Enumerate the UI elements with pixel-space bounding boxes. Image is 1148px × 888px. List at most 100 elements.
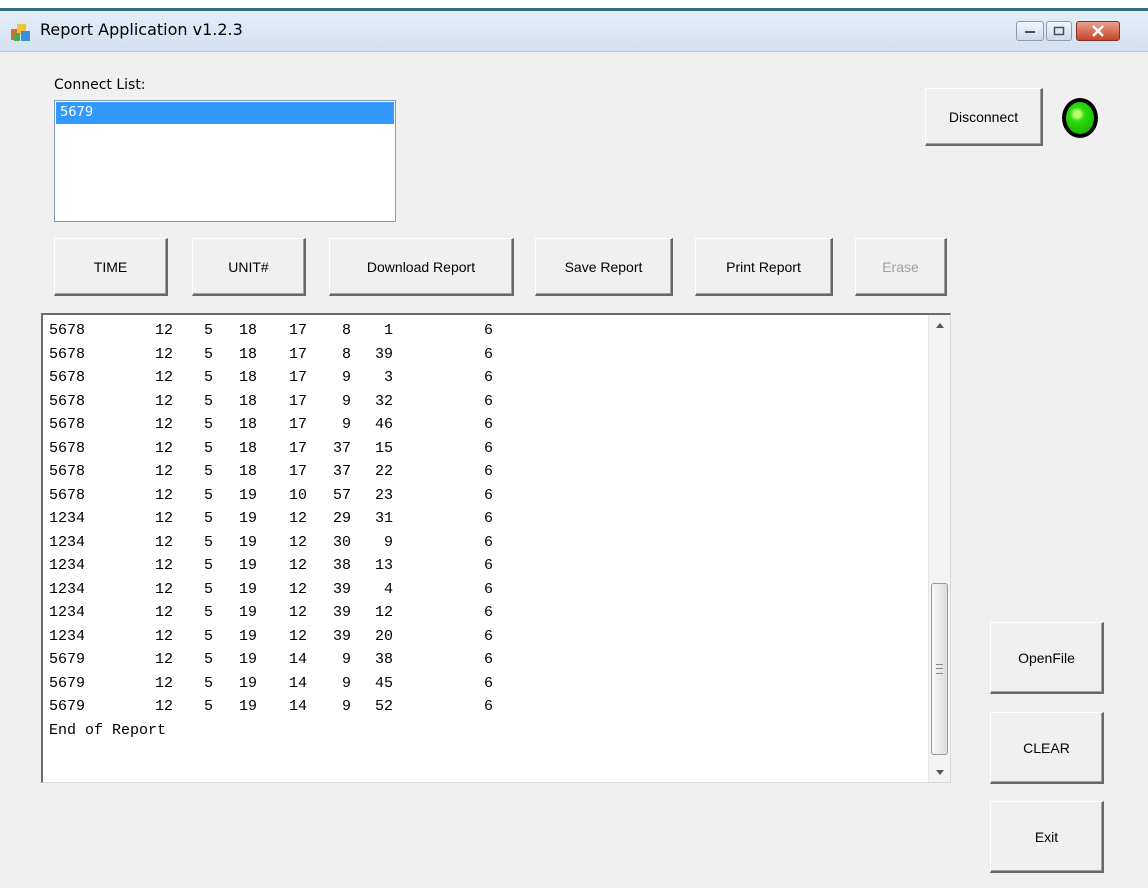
report-cell: 12 [288,510,307,528]
report-cell: 1234 [49,580,86,598]
report-row: 5678 12 5 18 17 9 32 6 [49,390,493,414]
report-cell: 5678 [49,392,86,410]
report-cell: 19 [238,698,257,716]
report-cell: 18 [238,345,257,363]
report-cell: 12 [154,439,173,457]
report-row: 5678 12 5 18 17 8 1 6 [49,319,493,343]
report-cell: 6 [483,698,493,716]
connection-status-indicator [1062,98,1098,138]
clear-button[interactable]: CLEAR [990,712,1104,784]
connect-list-item-selected[interactable]: 5679 [56,102,394,124]
report-cell: 12 [154,604,173,622]
minimize-button[interactable] [1016,21,1044,41]
report-cell: 52 [374,698,393,716]
report-cell: 19 [238,627,257,645]
report-cell: 12 [154,674,173,692]
open-file-button[interactable]: OpenFile [990,622,1104,694]
report-cell: 12 [154,698,173,716]
report-cell: 5 [203,627,213,645]
report-cell: 6 [483,651,493,669]
report-cell: 12 [154,580,173,598]
report-cell: 39 [332,580,351,598]
report-cell: 39 [374,345,393,363]
report-cell: 6 [483,345,493,363]
report-cell: 6 [483,604,493,622]
print-report-button[interactable]: Print Report [695,238,833,296]
report-cell: 3 [383,369,393,387]
exit-button[interactable]: Exit [990,801,1104,873]
report-cell: 14 [288,651,307,669]
scroll-thumb[interactable] [931,583,948,755]
report-textarea[interactable]: 5678 12 5 18 17 8 1 6 5678 12 5 18 17 8 39 6 5678 12 5 18 17… [41,313,951,783]
report-cell: 38 [374,651,393,669]
maximize-button[interactable] [1046,21,1072,41]
connect-list[interactable]: 5679 [54,100,396,222]
disconnect-button[interactable]: Disconnect [925,88,1043,146]
report-cell: 30 [332,533,351,551]
connect-list-label: Connect List: [54,77,146,93]
report-cell: 9 [341,698,351,716]
report-cell: 1234 [49,533,86,551]
report-row: 5679 12 5 19 14 9 45 6 [49,672,493,696]
report-cell: 5679 [49,674,86,692]
report-cell: 5 [203,345,213,363]
report-cell: 5 [203,486,213,504]
report-cell: 5 [203,416,213,434]
report-cell: 12 [154,627,173,645]
report-cell: 5678 [49,486,86,504]
report-cell: 20 [374,627,393,645]
main-window: Report Application v1.2.3 Connect List: … [0,8,1148,888]
report-cell: 22 [374,463,393,481]
report-row: 5678 12 5 18 17 8 39 6 [49,343,493,367]
report-cell: 5 [203,557,213,575]
report-cell: 5679 [49,651,86,669]
report-cell: 12 [288,604,307,622]
report-row: 5678 12 5 18 17 9 3 6 [49,366,493,390]
unit-button[interactable]: UNIT# [192,238,306,296]
report-cell: 6 [483,463,493,481]
report-cell: 12 [288,627,307,645]
report-cell: 1 [383,322,393,340]
scroll-up-button[interactable] [929,315,950,335]
report-content: 5678 12 5 18 17 8 1 6 5678 12 5 18 17 8 39 6 5678 12 5 18 17… [49,319,493,743]
download-report-button[interactable]: Download Report [329,238,514,296]
report-cell: 5 [203,674,213,692]
report-cell: 23 [374,486,393,504]
report-cell: 12 [154,557,173,575]
report-cell: 5 [203,439,213,457]
report-cell: 12 [288,580,307,598]
report-cell: 6 [483,533,493,551]
report-cell: 9 [341,651,351,669]
report-cell: 5678 [49,416,86,434]
save-report-button[interactable]: Save Report [535,238,673,296]
report-cell: 6 [483,557,493,575]
close-button[interactable] [1076,21,1120,41]
time-button[interactable]: TIME [54,238,168,296]
report-cell: 8 [341,345,351,363]
report-cell: 12 [374,604,393,622]
scroll-down-button[interactable] [929,762,950,782]
report-cell: 12 [288,557,307,575]
report-cell: 19 [238,533,257,551]
report-row: 5678 12 5 19 10 57 23 6 [49,484,493,508]
report-cell: 5678 [49,345,86,363]
title-bar: Report Application v1.2.3 [0,11,1148,52]
report-row: 1234 12 5 19 12 39 12 6 [49,601,493,625]
report-row: 5678 12 5 18 17 37 15 6 [49,437,493,461]
report-cell: 57 [332,486,351,504]
report-cell: 15 [374,439,393,457]
report-cell: 17 [288,439,307,457]
report-cell: 39 [332,604,351,622]
report-cell: 19 [238,604,257,622]
window-title: Report Application v1.2.3 [40,20,243,39]
report-cell: 1234 [49,604,86,622]
report-cell: 12 [154,392,173,410]
vertical-scrollbar[interactable] [928,315,950,782]
report-cell: 18 [238,392,257,410]
report-cell: 12 [154,463,173,481]
report-cell: 12 [154,510,173,528]
report-cell: 6 [483,322,493,340]
report-cell: 12 [154,651,173,669]
report-cell: 6 [483,416,493,434]
scroll-up-icon [935,322,944,328]
